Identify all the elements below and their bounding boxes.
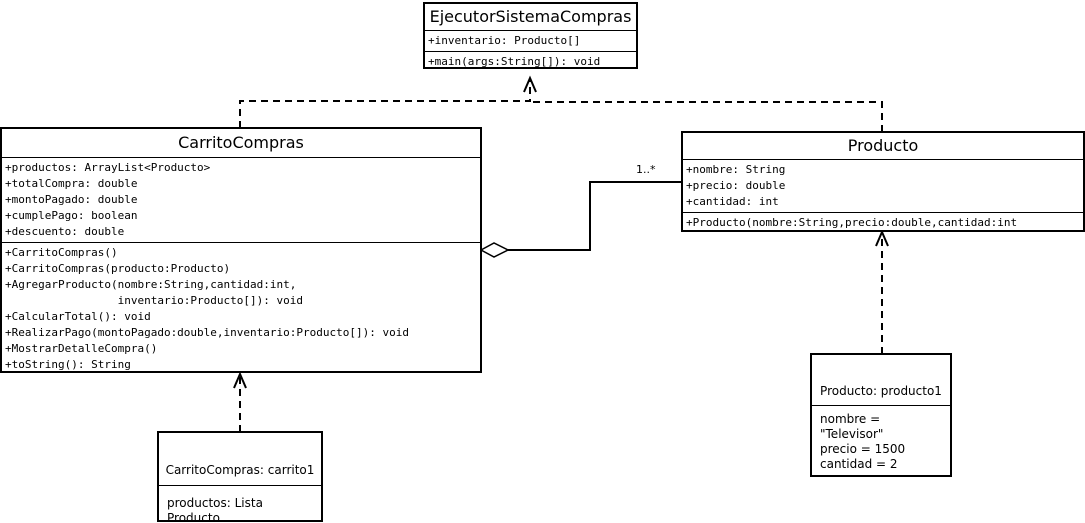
class-carrito-compras[interactable]: CarritoCompras +productos: ArrayList<Pro… (0, 127, 482, 373)
class-producto[interactable]: Producto +nombre: String +precio: double +… (681, 131, 1085, 232)
dependency-carrito-ejecutor (239, 78, 531, 128)
method-line: +RealizarPago(montoPagado:double,inventa… (5, 326, 409, 339)
method-line: +toString(): String (5, 358, 131, 371)
slot-line: productos: Lista Producto (167, 496, 263, 522)
class-name: Producto (683, 133, 1083, 160)
slot-line: precio = 1500 (820, 442, 906, 456)
method-line: +CarritoCompras() (5, 246, 118, 259)
slot-line: nombre = "Televisor" (820, 412, 884, 441)
attribute-line: +nombre: String (686, 163, 786, 176)
class-name: CarritoCompras (2, 129, 480, 158)
attribute-line: +descuento: double (5, 225, 125, 238)
attribute-line: +inventario: Producto[] (428, 34, 581, 47)
dependency-producto-ejecutor (530, 101, 883, 132)
aggregation-diamond (479, 242, 510, 258)
attributes-section: +productos: ArrayList<Producto> +totalCom… (2, 158, 480, 242)
methods-section: +main(args:String[]): void (425, 51, 636, 68)
method-line: +CarritoCompras(producto:Producto) (5, 262, 231, 275)
method-line: +Producto(nombre:String,precio:double,ca… (686, 216, 1018, 229)
method-line: inventario:Producto[]): void (5, 294, 304, 307)
attribute-line: +totalCompra: double (5, 177, 138, 190)
attribute-line: +cantidad: int (686, 195, 779, 208)
object-title: Producto: producto1 (812, 355, 950, 406)
object-slots: productos: Lista Producto (159, 486, 321, 522)
class-ejecutor[interactable]: EjecutorSistemaCompras +inventario: Prod… (423, 2, 638, 69)
method-line: +CalcularTotal(): void (5, 310, 151, 323)
method-line: +main(args:String[]): void (428, 55, 601, 68)
attribute-line: +montoPagado: double (5, 193, 138, 206)
object-title: CarritoCompras: carrito1 (159, 433, 321, 486)
attribute-line: +precio: double (686, 179, 786, 192)
method-line: +AgregarProducto(nombre:String,cantidad:… (5, 278, 297, 291)
method-line: +MostrarDetalleCompra() (5, 342, 158, 355)
class-name: EjecutorSistemaCompras (425, 4, 636, 31)
methods-section: +Producto(nombre:String,precio:double,ca… (683, 212, 1083, 230)
slot-line: cantidad = 2 (820, 457, 898, 471)
object-slots: nombre = "Televisor" precio = 1500 cantida… (812, 406, 950, 475)
attribute-line: +productos: ArrayList<Producto> (5, 161, 211, 174)
object-producto1[interactable]: Producto: producto1 nombre = "Televisor"… (810, 353, 952, 477)
attributes-section: +nombre: String +precio: double +cantidad:… (683, 160, 1083, 212)
attributes-section: +inventario: Producto[] (425, 31, 636, 51)
object-carrito1[interactable]: CarritoCompras: carrito1 productos: List… (157, 431, 323, 522)
methods-section: +CarritoCompras() +CarritoCompras(product… (2, 242, 480, 371)
attribute-line: +cumplePago: boolean (5, 209, 138, 222)
multiplicity-label: 1..* (636, 163, 656, 176)
aggregation-line (508, 181, 684, 251)
